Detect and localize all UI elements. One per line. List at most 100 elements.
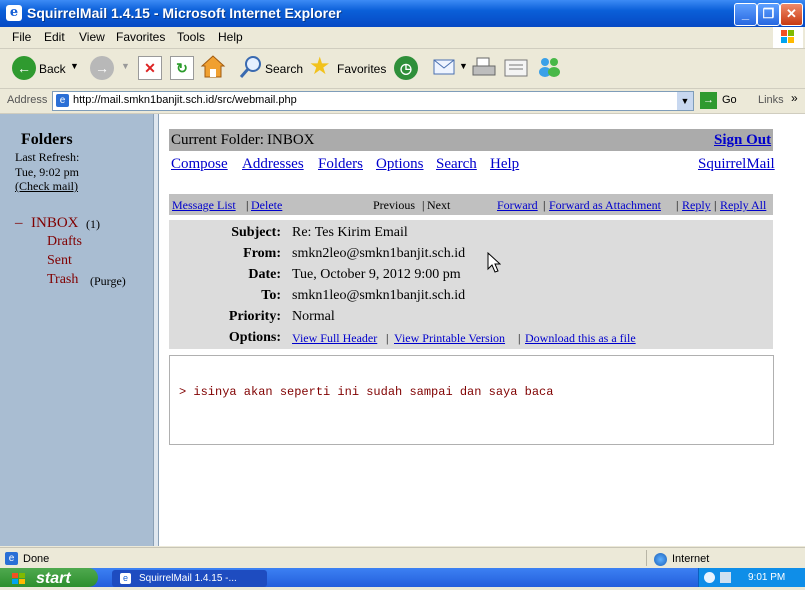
history-icon[interactable]: ◷	[394, 56, 418, 80]
system-tray: 9:01 PM	[698, 568, 805, 587]
sign-out-link[interactable]: Sign Out	[714, 132, 771, 149]
windows-logo-icon	[773, 27, 803, 48]
mail-dropdown-icon[interactable]: ▼	[459, 61, 468, 71]
search-icon[interactable]	[239, 55, 263, 79]
from-value: smkn2leo@smkn1banjit.sch.id	[292, 246, 466, 261]
status-text: Done	[23, 553, 50, 565]
taskbar-item-ie[interactable]: e SquirrelMail 1.4.15 -...	[112, 570, 267, 587]
message-list-link[interactable]: Message List	[172, 198, 236, 213]
separator: |	[246, 198, 249, 212]
favorites-button[interactable]: Favorites	[337, 62, 386, 76]
globe-icon	[654, 553, 667, 566]
folder-drafts[interactable]: Drafts	[47, 234, 82, 250]
address-dropdown-icon[interactable]: ▼	[677, 92, 693, 110]
address-url: http://mail.smkn1banjit.sch.id/src/webma…	[73, 94, 297, 106]
menu-favorites[interactable]: Favorites	[116, 30, 165, 44]
back-arrow-icon[interactable]: ←	[12, 56, 36, 80]
previous-text: Previous	[373, 198, 415, 212]
refresh-icon[interactable]: ↻	[170, 56, 194, 80]
folder-trash[interactable]: Trash	[47, 272, 78, 288]
print-icon[interactable]	[471, 56, 497, 80]
nav-folders[interactable]: Folders	[318, 156, 363, 173]
menu-file[interactable]: File	[12, 30, 31, 44]
menu-bar: File Edit View Favorites Tools Help	[0, 27, 805, 49]
page-done-icon: e	[5, 552, 18, 565]
stop-icon[interactable]: ✕	[138, 56, 162, 80]
view-printable-link[interactable]: View Printable Version	[394, 331, 505, 346]
maximize-button[interactable]: ❐	[757, 3, 780, 26]
to-value: smkn1leo@smkn1banjit.sch.id	[292, 288, 466, 303]
reply-all-link[interactable]: Reply All	[720, 198, 766, 213]
ie-task-icon: e	[120, 573, 131, 584]
menu-help[interactable]: Help	[218, 30, 243, 44]
main-nav: Compose Addresses Folders Options Search…	[169, 154, 775, 176]
download-file-link[interactable]: Download this as a file	[525, 331, 636, 346]
page-icon: e	[56, 94, 69, 107]
favorites-star-icon[interactable]: ★	[309, 52, 331, 81]
nav-options[interactable]: Options	[376, 156, 424, 173]
to-label: To:	[261, 288, 281, 303]
address-label: Address	[7, 94, 48, 106]
go-arrow-icon[interactable]: →	[700, 92, 717, 109]
next-text: Next	[427, 198, 451, 212]
subject-value: Re: Tes Kirim Email	[292, 225, 408, 240]
minimize-button[interactable]: _	[734, 3, 757, 26]
clock: 9:01 PM	[748, 572, 786, 583]
window-title: SquirrelMail 1.4.15 - Microsoft Internet…	[27, 5, 342, 21]
back-dropdown-icon[interactable]: ▼	[70, 61, 79, 71]
status-bar: e Done Internet	[0, 547, 805, 568]
message-action-bar: Message List | Delete Previous | Next Fo…	[169, 194, 773, 215]
separator: |	[676, 198, 679, 212]
date-label: Date:	[248, 267, 281, 282]
ie-logo-icon: e	[6, 5, 22, 21]
nav-help[interactable]: Help	[490, 156, 519, 173]
nav-search[interactable]: Search	[436, 156, 477, 173]
check-mail-link[interactable]: (Check mail)	[15, 179, 78, 194]
folders-heading: Folders	[21, 131, 73, 148]
view-full-header-link[interactable]: View Full Header	[292, 331, 377, 346]
home-icon[interactable]	[200, 54, 226, 80]
address-bar: Address e http://mail.smkn1banjit.sch.id…	[0, 89, 805, 114]
inbox-bullet: –	[15, 215, 23, 231]
go-button[interactable]: Go	[722, 94, 737, 106]
tray-network-icon[interactable]	[704, 572, 715, 583]
purge-link[interactable]: (Purge)	[90, 274, 126, 289]
separator: |	[543, 198, 546, 212]
last-refresh-label: Last Refresh:	[15, 150, 80, 164]
folder-inbox[interactable]: INBOX	[31, 215, 79, 232]
message-body: > isinya akan seperti ini sudah sampai d…	[169, 355, 774, 445]
messenger-icon[interactable]	[536, 55, 562, 79]
edit-icon[interactable]	[503, 57, 529, 79]
forward-arrow-icon[interactable]: →	[90, 56, 114, 80]
delete-link[interactable]: Delete	[251, 198, 282, 213]
chevron-right-icon[interactable]: »	[791, 91, 798, 105]
forward-attachment-link[interactable]: Forward as Attachment	[549, 198, 661, 213]
menu-tools[interactable]: Tools	[177, 30, 205, 44]
current-folder-label: Current Folder:	[171, 132, 264, 148]
forward-dropdown-icon[interactable]: ▼	[121, 61, 130, 71]
menu-view[interactable]: View	[79, 30, 105, 44]
start-button[interactable]: start	[0, 568, 98, 587]
nav-addresses[interactable]: Addresses	[242, 156, 304, 173]
last-refresh-time: Tue, 9:02 pm	[15, 165, 79, 179]
forward-link[interactable]: Forward	[497, 198, 538, 213]
back-button[interactable]: Back	[39, 62, 66, 76]
options-label: Options:	[228, 330, 281, 345]
folder-sent[interactable]: Sent	[47, 253, 72, 269]
title-bar: e SquirrelMail 1.4.15 - Microsoft Intern…	[0, 0, 805, 27]
menu-edit[interactable]: Edit	[44, 30, 65, 44]
mail-icon[interactable]	[433, 57, 457, 77]
frame-divider[interactable]	[153, 114, 159, 546]
reply-link[interactable]: Reply	[682, 198, 711, 213]
address-input[interactable]: e http://mail.smkn1banjit.sch.id/src/web…	[52, 91, 694, 111]
folders-pane: Folders Last Refresh: Tue, 9:02 pm (Chec…	[0, 114, 153, 546]
search-button[interactable]: Search	[265, 62, 303, 76]
close-button[interactable]: ✕	[780, 3, 803, 26]
tray-volume-icon[interactable]	[720, 572, 731, 583]
nav-compose[interactable]: Compose	[171, 156, 228, 173]
links-button[interactable]: Links	[758, 94, 784, 106]
page-scrollbar[interactable]	[789, 114, 805, 546]
separator: |	[422, 198, 425, 212]
squirrelmail-link[interactable]: SquirrelMail	[698, 156, 775, 173]
windows-flag-icon	[12, 572, 26, 584]
